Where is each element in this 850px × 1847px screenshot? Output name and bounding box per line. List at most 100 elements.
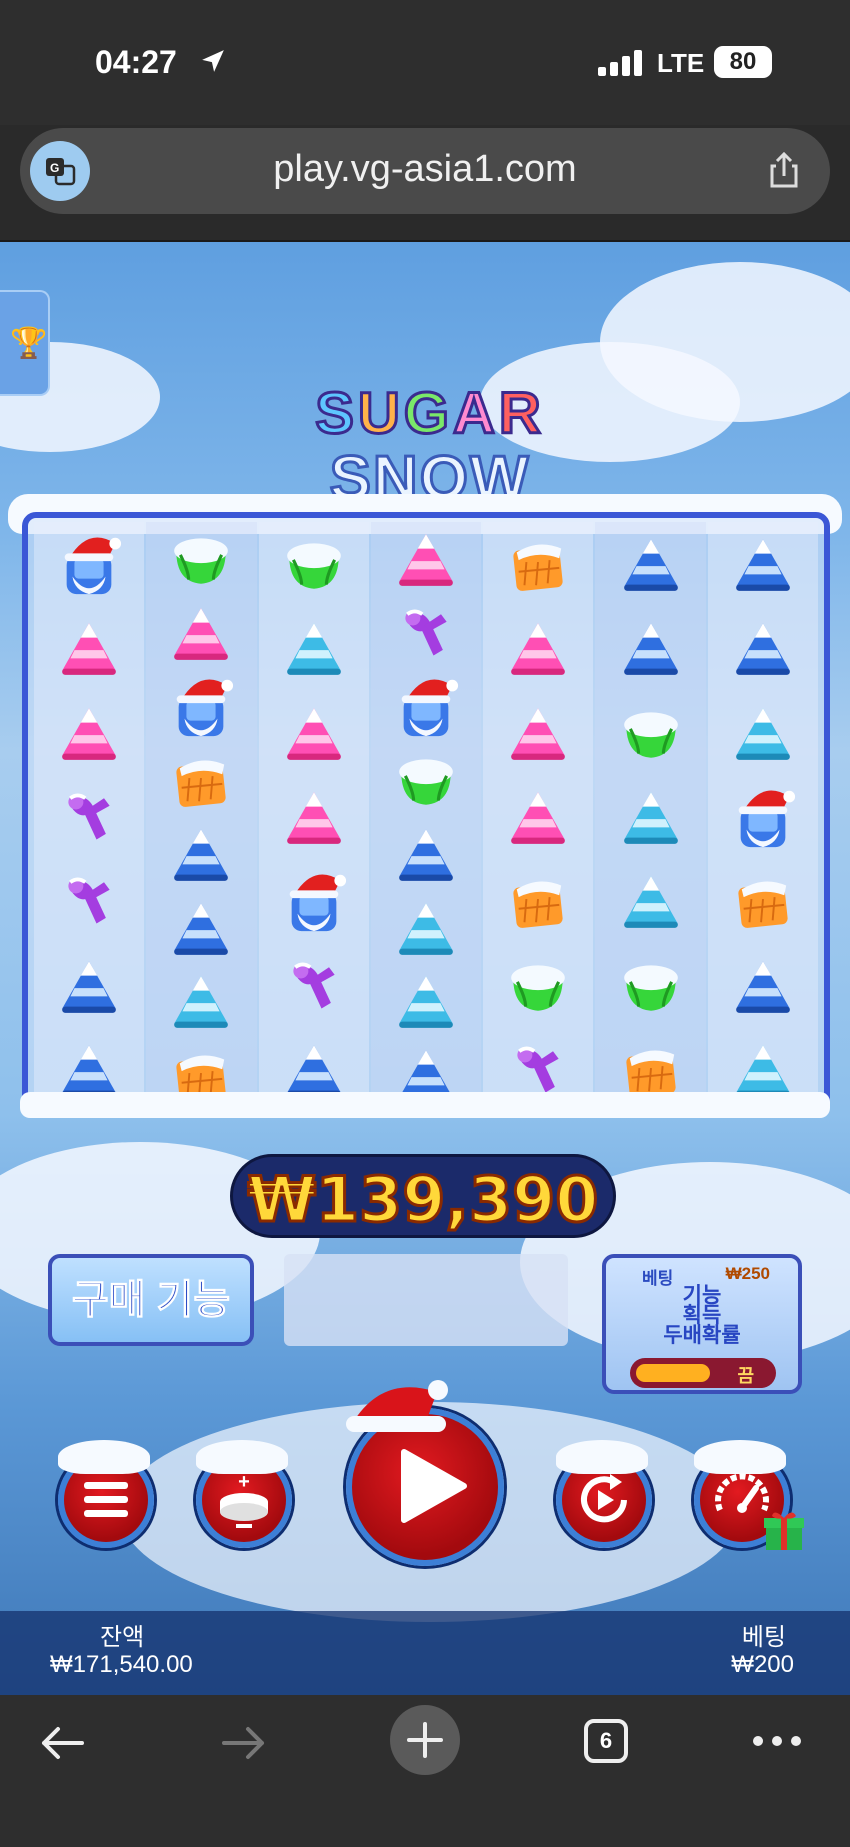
blue-candy-symbol-icon <box>163 893 239 963</box>
game-canvas[interactable]: 🏆 SUGAR SNOW ₩139,390 구매 기능 베팅 ₩250 기능 획… <box>0 242 850 1695</box>
orange-candy-symbol-icon <box>725 866 801 936</box>
snow-cap <box>196 1440 289 1474</box>
pink-candy-symbol-icon <box>500 698 576 768</box>
orange-candy-symbol-icon <box>500 866 576 936</box>
orange-candy-symbol-icon <box>163 745 239 815</box>
snow-ledge-bottom <box>20 1092 830 1118</box>
ante-description: 기능 획득 두배확률 <box>663 1284 741 1347</box>
green-candy-symbol-icon <box>388 745 464 815</box>
ante-price: ₩250 <box>725 1264 770 1283</box>
santa-candy-symbol-icon <box>388 671 464 741</box>
blue-candy-symbol-icon <box>613 529 689 599</box>
svg-text:+: + <box>238 1472 250 1493</box>
balance-value: ₩171,540.00 <box>50 1651 193 1678</box>
share-icon[interactable] <box>764 150 804 190</box>
teal-candy-symbol-icon <box>388 893 464 963</box>
reel-column <box>707 522 818 1106</box>
bet-label: 베팅 <box>741 1624 786 1651</box>
spin-button[interactable] <box>346 1380 504 1566</box>
reel-column <box>34 522 145 1106</box>
back-arrow-icon[interactable] <box>38 1723 86 1763</box>
win-amount: ₩139,390 <box>246 1162 600 1238</box>
ante-toggle[interactable]: 끔 <box>630 1358 776 1388</box>
teal-candy-symbol-icon <box>276 613 352 683</box>
buy-feature-button[interactable]: 구매 기능 <box>48 1254 254 1346</box>
pink-candy-symbol-icon <box>276 782 352 852</box>
reel-grid <box>22 512 830 1112</box>
santa-candy-symbol-icon <box>163 671 239 741</box>
green-candy-symbol-icon <box>613 698 689 768</box>
status-bar: 04:27 LTE 80 G play.vg-asia1.com <box>0 0 850 214</box>
reel-column <box>483 522 594 1106</box>
signal-icon <box>598 50 642 76</box>
purple-candy-symbol-icon <box>276 951 352 1021</box>
pink-candy-symbol-icon <box>163 598 239 668</box>
autoplay-button[interactable] <box>556 1440 652 1548</box>
green-candy-symbol-icon <box>163 524 239 594</box>
pink-candy-symbol-icon <box>51 613 127 683</box>
menu-icon <box>84 1482 128 1517</box>
menu-button[interactable] <box>58 1440 154 1548</box>
message-panel <box>284 1254 568 1346</box>
coin-plus-minus-icon: + <box>220 1472 268 1528</box>
pink-candy-symbol-icon <box>276 698 352 768</box>
purple-candy-symbol-icon <box>51 866 127 936</box>
pink-candy-symbol-icon <box>51 698 127 768</box>
teal-candy-symbol-icon <box>163 966 239 1036</box>
teal-candy-symbol-icon <box>725 698 801 768</box>
battery-indicator: 80 <box>714 46 772 78</box>
pink-candy-symbol-icon <box>500 613 576 683</box>
green-candy-symbol-icon <box>276 529 352 599</box>
autoplay-icon <box>581 1474 627 1523</box>
orange-candy-symbol-icon <box>500 529 576 599</box>
snow-cap <box>694 1440 787 1474</box>
santa-hat-icon <box>346 1380 448 1432</box>
info-bar: 잔액 ₩171,540.00 베팅 ₩200 <box>0 1611 850 1695</box>
tabs-button[interactable]: 6 <box>584 1719 628 1763</box>
buy-feature-label: 구매 기능 <box>71 1278 231 1323</box>
plus-icon <box>407 1722 443 1758</box>
ante-bet-panel[interactable]: 베팅 ₩250 기능 획득 두배확률 끔 <box>602 1254 802 1394</box>
status-time: 04:27 <box>95 44 177 80</box>
play-icon <box>401 1449 467 1523</box>
blue-candy-symbol-icon <box>725 951 801 1021</box>
pink-candy-symbol-icon <box>388 524 464 594</box>
trophy-tab[interactable]: 🏆 <box>0 290 50 396</box>
location-arrow-icon <box>202 50 224 72</box>
green-candy-symbol-icon <box>500 951 576 1021</box>
purple-candy-symbol-icon <box>51 782 127 852</box>
teal-candy-symbol-icon <box>613 782 689 852</box>
snow-cap <box>556 1440 649 1474</box>
green-candy-symbol-icon <box>613 951 689 1021</box>
browser-navbar: 6 <box>0 1695 850 1847</box>
forward-arrow-icon[interactable] <box>220 1723 268 1763</box>
reel-column <box>370 522 482 1106</box>
teal-candy-symbol-icon <box>613 866 689 936</box>
bet-adjust-button[interactable]: + <box>196 1440 292 1548</box>
reel-column <box>595 522 706 1106</box>
blue-candy-symbol-icon <box>725 529 801 599</box>
arrow-right-icon <box>636 1364 710 1382</box>
blue-candy-symbol-icon <box>725 613 801 683</box>
teal-candy-symbol-icon <box>388 966 464 1036</box>
win-display: ₩139,390 <box>230 1154 616 1238</box>
blue-candy-symbol-icon <box>163 819 239 889</box>
reel-column <box>258 522 369 1106</box>
blue-candy-symbol-icon <box>51 951 127 1021</box>
ante-toggle-state: 끔 <box>737 1366 754 1386</box>
new-tab-button[interactable] <box>390 1705 460 1775</box>
url-text: play.vg-asia1.com <box>273 148 577 190</box>
trophy-icon: 🏆 <box>10 327 48 360</box>
grid-columns <box>34 522 818 1106</box>
gift-icon <box>764 1512 804 1550</box>
santa-candy-symbol-icon <box>51 529 127 599</box>
santa-candy-symbol-icon <box>276 866 352 936</box>
snow-cap <box>58 1440 151 1474</box>
blue-candy-symbol-icon <box>388 819 464 889</box>
purple-candy-symbol-icon <box>388 598 464 668</box>
blue-candy-symbol-icon <box>613 613 689 683</box>
network-type: LTE <box>657 48 705 78</box>
more-icon[interactable] <box>752 1735 802 1747</box>
url-bar[interactable]: G play.vg-asia1.com <box>20 128 830 214</box>
logo-sugar: SUGAR <box>314 380 545 447</box>
